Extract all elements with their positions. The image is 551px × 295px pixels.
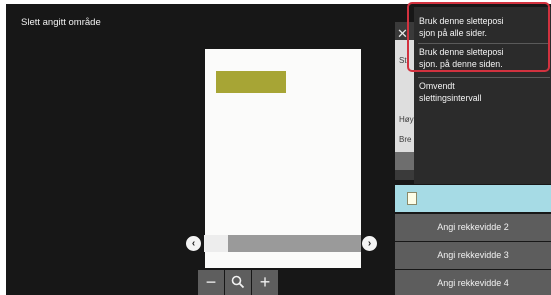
- chevron-right-icon[interactable]: ›: [362, 236, 377, 251]
- document-icon: [407, 192, 417, 205]
- menu-item-line: Omvendt: [419, 81, 455, 91]
- menu-item-line: slettingsintervall: [419, 92, 482, 103]
- menu-item-invert-range[interactable]: Omvendt slettingsintervall: [419, 81, 544, 104]
- zoom-fit-button[interactable]: [225, 270, 251, 295]
- highlight-frame: [407, 2, 550, 72]
- screen-title: Slett angitt område: [21, 17, 101, 28]
- range-4-button[interactable]: Angi rekkevidde 4: [395, 270, 551, 295]
- zoom-out-button[interactable]: −: [198, 270, 224, 295]
- erase-area[interactable]: [216, 71, 286, 93]
- zoom-in-button[interactable]: +: [252, 270, 278, 295]
- magnifier-icon: [231, 275, 245, 289]
- range-3-button[interactable]: Angi rekkevidde 3: [395, 242, 551, 269]
- scrollbar-thumb[interactable]: [204, 235, 228, 252]
- range-2-button[interactable]: Angi rekkevidde 2: [395, 214, 551, 241]
- range-1-selected[interactable]: [395, 185, 551, 212]
- chevron-left-icon[interactable]: ‹: [186, 236, 201, 251]
- menu-divider: [418, 77, 550, 78]
